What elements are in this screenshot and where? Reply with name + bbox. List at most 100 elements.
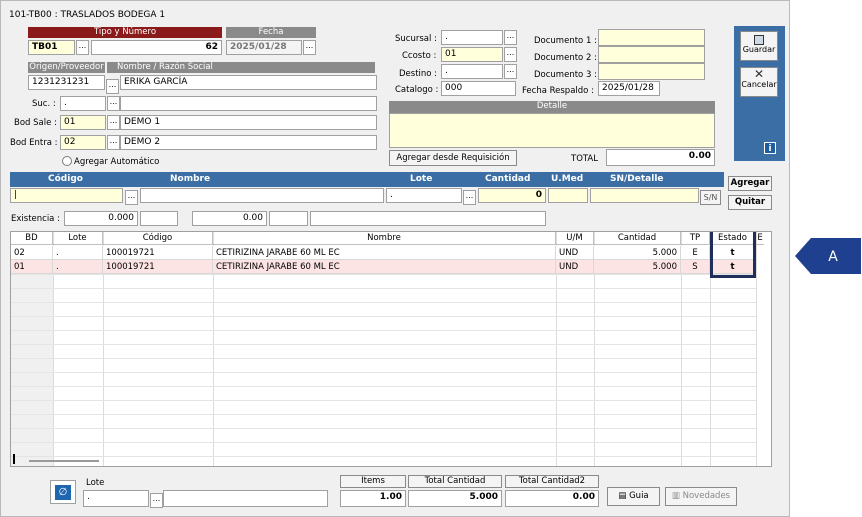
documento1-field[interactable] <box>598 29 705 46</box>
grid-row-line <box>11 372 756 373</box>
agregar-requisicion-button[interactable]: Agregar desde Requisición <box>389 150 517 166</box>
cancelar-button[interactable]: ✕ Cancelar <box>740 67 778 97</box>
destino-field[interactable]: . <box>441 64 503 79</box>
bod-entra-nombre-field[interactable]: DEMO 2 <box>120 135 377 150</box>
agregar-automatico-checkbox[interactable] <box>62 156 72 166</box>
row-header-column <box>11 246 53 466</box>
col-bd[interactable]: BD <box>11 232 53 245</box>
bod-sale-nombre-field[interactable]: DEMO 1 <box>120 115 377 130</box>
cell-lote: . <box>53 246 103 260</box>
bod-entra-label: Bod Entra : <box>10 138 58 148</box>
catalogo-label: Catalogo : <box>395 85 439 95</box>
entry-lote-header: Lote <box>410 174 433 184</box>
fecha-field[interactable]: 2025/01/28 <box>226 40 302 55</box>
entry-codigo-header: Código <box>48 174 83 184</box>
entry-umed-header: U.Med <box>551 174 584 184</box>
attach-button[interactable]: ∅ <box>50 480 76 504</box>
guia-button[interactable]: ▤ Guia <box>607 487 660 506</box>
save-icon <box>754 35 764 45</box>
grid-row-line <box>11 274 756 275</box>
ccosto-label: Ccosto : <box>402 51 437 61</box>
col-um[interactable]: U/M <box>556 232 594 245</box>
sn-button[interactable]: S/N <box>700 190 721 205</box>
existencia-field: 0.000 <box>64 211 138 226</box>
horizontal-scrollbar-marker <box>13 454 15 464</box>
origen-lookup-button[interactable]: ... <box>106 79 119 94</box>
fecha-respaldo-field[interactable]: 2025/01/28 <box>598 81 660 96</box>
entry-codigo-lookup-button[interactable]: ... <box>125 190 138 205</box>
quitar-button[interactable]: Quitar <box>728 195 772 210</box>
catalogo-field[interactable]: 000 <box>441 81 516 96</box>
close-icon: ✕ <box>753 67 765 81</box>
cell-nombre: CETIRIZINA JARABE 60 ML EC <box>213 246 556 260</box>
guardar-label: Guardar <box>742 45 776 54</box>
suc-nombre-field[interactable] <box>120 96 377 111</box>
destino-lookup-button[interactable]: ... <box>504 64 517 79</box>
cell-tp: S <box>681 260 710 274</box>
documento3-field[interactable] <box>598 63 705 80</box>
bod-sale-lookup-button[interactable]: ... <box>107 115 120 130</box>
horizontal-scrollbar-thumb[interactable] <box>29 460 99 462</box>
table-row[interactable]: 02 . 100019721 CETIRIZINA JARABE 60 ML E… <box>11 246 756 260</box>
numero-field[interactable]: 62 <box>91 40 222 55</box>
destino-label: Destino : <box>399 69 438 79</box>
sucursal-field[interactable]: . <box>441 30 503 45</box>
cell-um: UND <box>556 246 594 260</box>
bod-entra-field[interactable]: 02 <box>60 135 106 150</box>
agregar-button[interactable]: Agregar <box>728 176 772 191</box>
ccosto-lookup-button[interactable]: ... <box>504 47 517 62</box>
info-icon[interactable]: i <box>764 142 776 154</box>
existencia-label: Existencia : <box>11 214 60 224</box>
entry-codigo-input[interactable]: | <box>10 188 123 203</box>
estado-highlight-box <box>710 232 756 278</box>
guardar-button[interactable]: Guardar <box>740 31 778 61</box>
ccosto-field[interactable]: 01 <box>441 47 503 62</box>
entry-umed-input[interactable] <box>548 188 588 203</box>
fecha-picker-button[interactable]: ... <box>303 40 316 55</box>
footer-lote-field[interactable]: . <box>83 490 149 507</box>
items-grid[interactable]: BD Lote Código Nombre U/M Cantidad TP Es… <box>10 231 772 467</box>
footer-lote-lookup-button[interactable]: ... <box>150 493 163 508</box>
total-cantidad-label: Total Cantidad <box>408 475 502 488</box>
novedades-button[interactable]: ▥ Novedades <box>665 487 737 506</box>
col-tp[interactable]: TP <box>681 232 710 245</box>
col-codigo[interactable]: Código <box>103 232 213 245</box>
col-e[interactable]: E <box>756 232 764 245</box>
entry-lote-input[interactable]: . <box>386 188 462 203</box>
entry-nombre-input[interactable] <box>140 188 384 203</box>
suc-label: Suc. : <box>32 99 56 109</box>
valor-extra-field <box>269 211 308 226</box>
entry-cantidad-input[interactable]: 0 <box>478 188 546 203</box>
suc-lookup-button[interactable]: ... <box>107 96 120 111</box>
documento2-field[interactable] <box>598 46 705 63</box>
origen-field[interactable]: 1231231231 <box>28 75 105 90</box>
table-row[interactable]: 01 . 100019721 CETIRIZINA JARABE 60 ML E… <box>11 260 756 274</box>
footer-lote-desc-field[interactable] <box>163 490 328 507</box>
grid-row-line <box>11 330 756 331</box>
total-field: 0.00 <box>606 149 715 166</box>
total-cantidad2-field: 0.00 <box>505 490 599 507</box>
sucursal-lookup-button[interactable]: ... <box>504 30 517 45</box>
col-cantidad[interactable]: Cantidad <box>594 232 681 245</box>
nombre-field[interactable]: ERIKA GARCÍA <box>120 75 377 90</box>
tipo-lookup-button[interactable]: ... <box>76 40 89 55</box>
annotation-marker-a: A <box>795 238 861 274</box>
cell-cantidad: 5.000 <box>594 260 681 274</box>
cell-bd: 01 <box>11 260 53 274</box>
grid-row-line <box>11 316 756 317</box>
annotation-marker-label: A <box>828 249 838 265</box>
tipo-field[interactable]: TB01 <box>28 40 75 55</box>
grid-row-line <box>11 344 756 345</box>
existencia-extra-field <box>140 211 178 226</box>
entry-lote-lookup-button[interactable]: ... <box>463 190 476 205</box>
detalle-field[interactable] <box>389 113 715 148</box>
bod-sale-field[interactable]: 01 <box>60 115 106 130</box>
paperclip-icon: ∅ <box>55 485 71 500</box>
suc-field[interactable]: . <box>60 96 106 111</box>
entry-sn-input[interactable] <box>590 188 699 203</box>
bod-entra-lookup-button[interactable]: ... <box>107 135 120 150</box>
col-nombre[interactable]: Nombre <box>213 232 556 245</box>
observacion-field <box>310 211 546 226</box>
grid-row-line <box>11 358 756 359</box>
col-lote[interactable]: Lote <box>53 232 103 245</box>
